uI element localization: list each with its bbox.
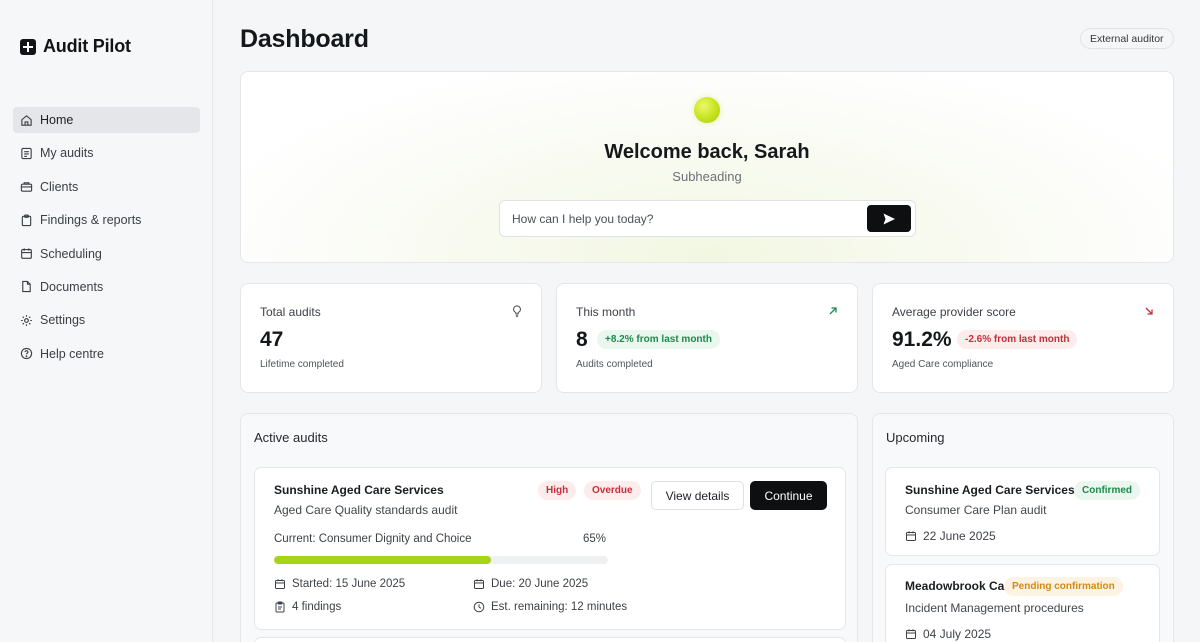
clipboard-icon bbox=[20, 214, 33, 227]
clock-icon bbox=[473, 601, 485, 613]
estimated-remaining-text: Est. remaining: 12 minutes bbox=[491, 601, 628, 613]
sidebar-nav: Home My audits Clients Findings & report… bbox=[13, 107, 200, 374]
started-date: Started: 15 June 2025 bbox=[274, 578, 405, 590]
due-date-text: Due: 20 June 2025 bbox=[491, 578, 589, 590]
trend-up-arrow-icon bbox=[829, 307, 837, 315]
sidebar-item-label: Home bbox=[40, 113, 74, 127]
stat-footnote: Aged Care compliance bbox=[892, 359, 994, 370]
send-button[interactable] bbox=[867, 205, 911, 232]
panel-title: Upcoming bbox=[886, 430, 945, 445]
stat-value: 8 bbox=[576, 328, 588, 351]
stat-card-this-month: This month 8 +8.2% from last month Audit… bbox=[556, 283, 858, 393]
stat-label: This month bbox=[576, 305, 636, 319]
role-badge: External auditor bbox=[1080, 28, 1174, 49]
upcoming-description: Incident Management procedures bbox=[905, 601, 1084, 615]
stat-card-average-score: Average provider score 91.2% -2.6% from … bbox=[872, 283, 1174, 393]
stat-footnote: Lifetime completed bbox=[260, 359, 344, 370]
assistant-prompt-input[interactable] bbox=[512, 201, 852, 236]
upcoming-description: Consumer Care Plan audit bbox=[905, 503, 1047, 517]
calendar-icon bbox=[906, 531, 916, 541]
app-logo[interactable]: Audit Pilot bbox=[20, 36, 131, 57]
audit-list-icon bbox=[20, 147, 33, 160]
clipboard-icon bbox=[275, 601, 285, 613]
stat-label: Total audits bbox=[260, 305, 321, 319]
sidebar-item-scheduling[interactable]: Scheduling bbox=[13, 241, 200, 267]
welcome-heading: Welcome back, Sarah bbox=[604, 141, 810, 163]
audit-provider-name: Sunshine Aged Care Services bbox=[274, 483, 444, 497]
active-audits-panel: Active audits Sunshine Aged Care Service… bbox=[240, 413, 858, 642]
priority-badge: High bbox=[538, 481, 577, 500]
calendar-icon bbox=[20, 247, 33, 260]
upcoming-date-text: 04 July 2025 bbox=[923, 627, 992, 641]
upcoming-audit-card[interactable]: Sunshine Aged Care Services Confirmed Co… bbox=[885, 467, 1160, 556]
stat-value: 91.2% bbox=[892, 328, 952, 351]
progress-percent: 65% bbox=[583, 533, 607, 545]
view-details-button[interactable]: View details bbox=[651, 481, 744, 510]
send-icon bbox=[883, 213, 895, 224]
clients-icon bbox=[20, 180, 33, 193]
upcoming-panel: Upcoming Sunshine Aged Care Services Con… bbox=[872, 413, 1174, 642]
calendar-icon bbox=[906, 629, 916, 639]
audit-description: Aged Care Quality standards audit bbox=[274, 503, 458, 517]
active-audit-card bbox=[254, 637, 846, 642]
started-date-text: Started: 15 June 2025 bbox=[292, 578, 406, 590]
findings-count: 4 findings bbox=[274, 601, 341, 613]
stat-value: 47 bbox=[260, 328, 284, 351]
sidebar-item-label: Settings bbox=[40, 313, 86, 328]
app-name: Audit Pilot bbox=[43, 36, 131, 56]
sidebar-item-label: Documents bbox=[40, 279, 104, 294]
assistant-orb-icon bbox=[694, 97, 720, 123]
active-audit-card: Sunshine Aged Care Services Aged Care Qu… bbox=[254, 467, 846, 630]
document-icon bbox=[20, 280, 33, 293]
calendar-icon bbox=[474, 579, 484, 589]
upcoming-date-text: 22 June 2025 bbox=[923, 529, 996, 543]
upcoming-audit-card[interactable]: Meadowbrook Care Pending confirmation In… bbox=[885, 564, 1160, 642]
sidebar-item-label: My audits bbox=[40, 146, 94, 161]
upcoming-date: 04 July 2025 bbox=[905, 627, 991, 641]
status-badge: Pending confirmation bbox=[1004, 577, 1123, 596]
progress-bar bbox=[274, 556, 608, 564]
home-icon bbox=[20, 114, 33, 127]
gear-icon bbox=[20, 314, 33, 327]
findings-count-text: 4 findings bbox=[292, 601, 342, 613]
status-badge: Overdue bbox=[584, 481, 641, 500]
page-title: Dashboard bbox=[240, 25, 369, 53]
upcoming-provider-name: Sunshine Aged Care Services bbox=[905, 483, 1075, 497]
sidebar-item-clients[interactable]: Clients bbox=[13, 174, 200, 200]
sidebar-item-label: Findings & reports bbox=[40, 213, 142, 228]
sidebar: Audit Pilot Home My audits Clients Findi… bbox=[0, 0, 213, 642]
welcome-subheading: Subheading bbox=[672, 169, 742, 184]
trend-up-badge: +8.2% from last month bbox=[597, 330, 720, 349]
sidebar-item-findings-reports[interactable]: Findings & reports bbox=[13, 207, 200, 233]
sidebar-item-settings[interactable]: Settings bbox=[13, 307, 200, 333]
estimated-remaining: Est. remaining: 12 minutes bbox=[473, 601, 627, 613]
stat-footnote: Audits completed bbox=[576, 359, 653, 370]
trend-down-arrow-icon bbox=[1145, 307, 1153, 315]
logo-plus-icon bbox=[20, 38, 36, 55]
lightbulb-icon bbox=[513, 305, 521, 317]
current-step-label: Current: Consumer Dignity and Choice bbox=[274, 533, 472, 545]
status-badge: Confirmed bbox=[1074, 481, 1140, 500]
stat-label: Average provider score bbox=[892, 305, 1016, 319]
due-date: Due: 20 June 2025 bbox=[473, 578, 588, 590]
welcome-panel: Welcome back, Sarah Subheading bbox=[240, 71, 1174, 263]
continue-button[interactable]: Continue bbox=[750, 481, 827, 510]
progress-bar-fill bbox=[274, 556, 492, 564]
panel-title: Active audits bbox=[254, 430, 328, 445]
help-icon bbox=[20, 347, 33, 360]
sidebar-item-label: Scheduling bbox=[40, 246, 102, 261]
upcoming-provider-name: Meadowbrook Care bbox=[905, 579, 1016, 593]
sidebar-item-home[interactable]: Home bbox=[13, 107, 200, 133]
trend-down-badge: -2.6% from last month bbox=[957, 330, 1078, 349]
assistant-prompt-box bbox=[499, 200, 916, 237]
sidebar-item-documents[interactable]: Documents bbox=[13, 274, 200, 300]
sidebar-item-help-centre[interactable]: Help centre bbox=[13, 341, 200, 367]
calendar-icon bbox=[275, 579, 285, 589]
stat-card-total-audits: Total audits 47 Lifetime completed bbox=[240, 283, 542, 393]
sidebar-item-my-audits[interactable]: My audits bbox=[13, 140, 200, 166]
sidebar-item-label: Help centre bbox=[40, 346, 104, 361]
sidebar-item-label: Clients bbox=[40, 179, 79, 194]
upcoming-date: 22 June 2025 bbox=[905, 529, 996, 543]
